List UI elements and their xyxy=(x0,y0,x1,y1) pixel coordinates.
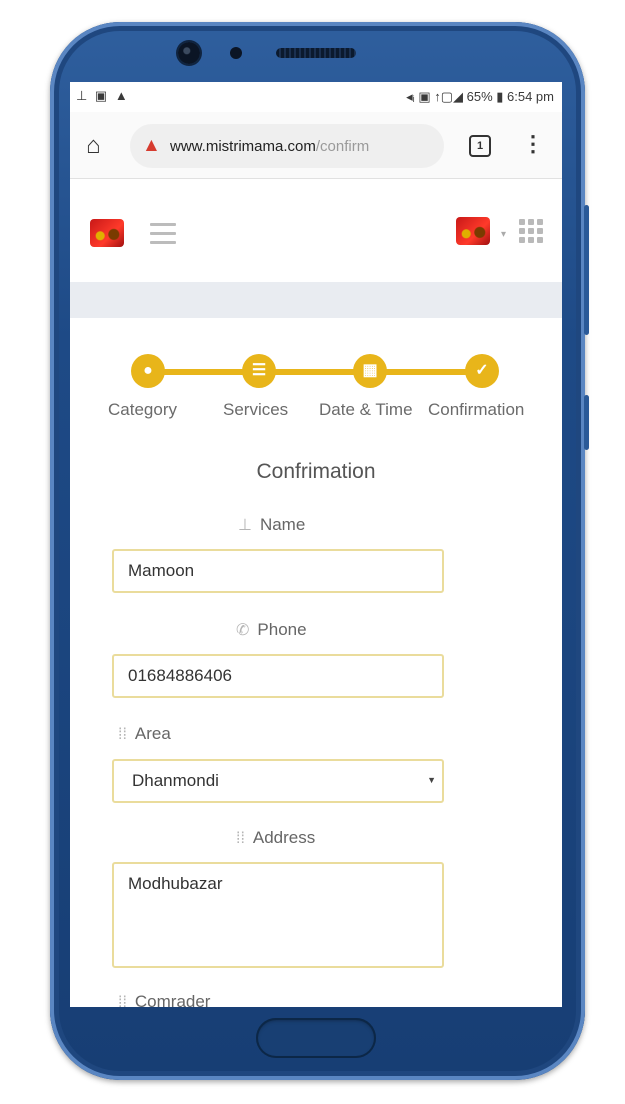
user-avatar[interactable] xyxy=(456,217,490,245)
sensor-icon xyxy=(230,47,242,59)
status-left-icons: ⊥ ▣ ▲ xyxy=(76,88,130,103)
site-header: ▾ xyxy=(70,179,562,279)
name-label: ⊥ Name xyxy=(238,515,305,535)
screen: ⊥ ▣ ▲ ◂ᵢ ▣ ↑▢◢ 65% ▮ 6:54 pm ⌂ ▲ www.mis… xyxy=(70,82,562,1007)
next-field-label: ⁞⁞ Comrader xyxy=(118,992,210,1007)
stepper-track xyxy=(148,369,482,375)
url-domain: www.mistrimama.com xyxy=(170,138,316,155)
step-category-icon[interactable]: ● xyxy=(131,354,165,388)
form-title: Confrimation xyxy=(256,460,376,483)
phone-label: ✆ Phone xyxy=(236,620,307,640)
phone-label-text: Phone xyxy=(257,620,307,639)
warning-icon[interactable]: ▲ xyxy=(142,135,161,157)
address-field[interactable]: Modhubazar xyxy=(112,862,444,968)
status-right-info: ◂ᵢ ▣ ↑▢◢ 65% ▮ 6:54 pm xyxy=(406,89,554,104)
tab-count-button[interactable]: 1 xyxy=(469,135,491,157)
user-icon: ⊥ xyxy=(238,517,252,534)
step-datetime-label: Date & Time xyxy=(319,400,413,419)
address-label-text: Address xyxy=(252,828,316,847)
area-label-text: Area xyxy=(134,724,171,743)
step-confirmation-label: Confirmation xyxy=(428,400,525,419)
hamburger-menu-icon[interactable] xyxy=(150,223,176,250)
url-path: /confirm xyxy=(315,138,370,155)
map-icon: ⁞⁞ xyxy=(236,830,245,847)
address-label: ⁞⁞ Address xyxy=(236,828,315,848)
phone-icon: ✆ xyxy=(236,622,250,639)
select-arrow-icon: ▼ xyxy=(427,775,436,785)
phone-field[interactable]: 01684886406 xyxy=(112,654,444,698)
name-label-text: Name xyxy=(259,515,306,534)
next-field-label-text: Comrader xyxy=(134,992,211,1007)
booking-stepper: ● ☰ ▦ ✓ Category Services Date & Time Co… xyxy=(70,352,562,432)
home-button[interactable] xyxy=(256,1018,376,1058)
area-select-value: Dhanmondi xyxy=(132,771,219,790)
map-icon: ⁞⁞ xyxy=(118,994,127,1007)
side-button-lower xyxy=(584,395,589,450)
side-button-upper xyxy=(584,205,589,335)
name-field[interactable]: Mamoon xyxy=(112,549,444,593)
map-icon: ⁞⁞ xyxy=(118,726,127,743)
address-bar[interactable]: ▲ www.mistrimama.com/confirm xyxy=(130,124,444,168)
home-icon[interactable]: ⌂ xyxy=(86,132,101,160)
step-category-label: Category xyxy=(108,400,177,419)
apps-grid-icon[interactable] xyxy=(519,219,543,243)
more-menu-icon[interactable]: ⋮ xyxy=(522,131,544,157)
site-logo[interactable] xyxy=(90,219,124,247)
header-band xyxy=(70,282,562,318)
area-label: ⁞⁞ Area xyxy=(118,724,171,744)
step-confirmation-icon[interactable]: ✓ xyxy=(465,354,499,388)
status-bar: ⊥ ▣ ▲ ◂ᵢ ▣ ↑▢◢ 65% ▮ 6:54 pm xyxy=(70,82,562,112)
step-services-icon[interactable]: ☰ xyxy=(242,354,276,388)
browser-toolbar: ⌂ ▲ www.mistrimama.com/confirm 1 ⋮ xyxy=(70,112,562,179)
earpiece-speaker xyxy=(276,48,356,58)
step-datetime-icon[interactable]: ▦ xyxy=(353,354,387,388)
step-services-label: Services xyxy=(223,400,289,419)
url-text[interactable]: www.mistrimama.com/confirm xyxy=(170,138,369,155)
area-select[interactable]: Dhanmondi ▼ xyxy=(112,759,444,803)
chevron-down-icon[interactable]: ▾ xyxy=(501,229,506,240)
front-camera-icon xyxy=(178,42,200,64)
